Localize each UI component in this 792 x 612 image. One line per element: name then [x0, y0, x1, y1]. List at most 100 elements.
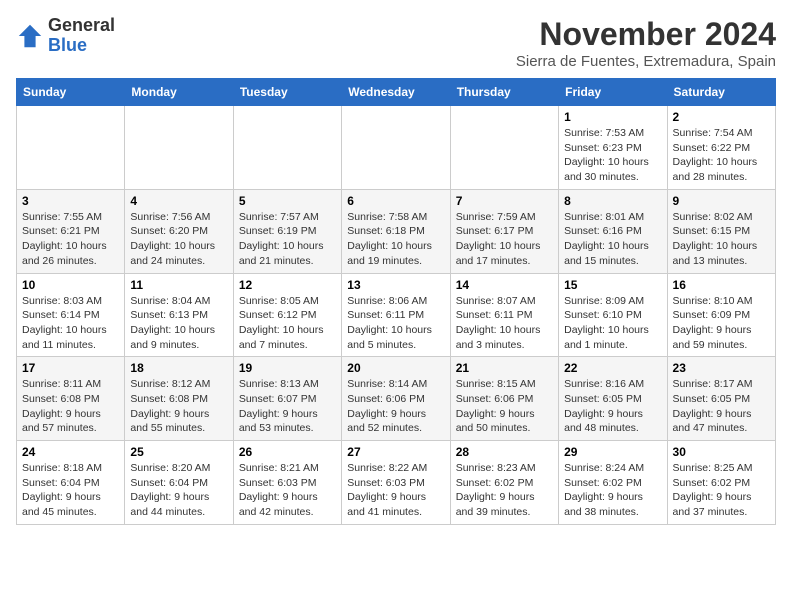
- day-info: Sunrise: 8:16 AMSunset: 6:05 PMDaylight:…: [564, 377, 661, 436]
- calendar-cell: [450, 106, 558, 190]
- day-number: 9: [673, 194, 770, 208]
- calendar-cell: 6 Sunrise: 7:58 AMSunset: 6:18 PMDaylight…: [342, 189, 450, 273]
- day-info: Sunrise: 8:20 AMSunset: 6:04 PMDaylight:…: [130, 461, 227, 520]
- weekday-header-wednesday: Wednesday: [342, 79, 450, 106]
- day-info: Sunrise: 8:04 AMSunset: 6:13 PMDaylight:…: [130, 294, 227, 353]
- day-info: Sunrise: 7:56 AMSunset: 6:20 PMDaylight:…: [130, 210, 227, 269]
- day-info: Sunrise: 8:12 AMSunset: 6:08 PMDaylight:…: [130, 377, 227, 436]
- calendar-cell: 13 Sunrise: 8:06 AMSunset: 6:11 PMDayligh…: [342, 273, 450, 357]
- header: General Blue November 2024 Sierra de Fue…: [16, 16, 776, 70]
- day-info: Sunrise: 8:13 AMSunset: 6:07 PMDaylight:…: [239, 377, 336, 436]
- logo-general: General: [48, 16, 115, 36]
- day-number: 17: [22, 361, 119, 375]
- day-info: Sunrise: 7:55 AMSunset: 6:21 PMDaylight:…: [22, 210, 119, 269]
- day-info: Sunrise: 8:15 AMSunset: 6:06 PMDaylight:…: [456, 377, 553, 436]
- calendar-cell: 11 Sunrise: 8:04 AMSunset: 6:13 PMDayligh…: [125, 273, 233, 357]
- day-number: 27: [347, 445, 444, 459]
- day-info: Sunrise: 8:18 AMSunset: 6:04 PMDaylight:…: [22, 461, 119, 520]
- weekday-header-sunday: Sunday: [17, 79, 125, 106]
- day-info: Sunrise: 8:21 AMSunset: 6:03 PMDaylight:…: [239, 461, 336, 520]
- day-number: 22: [564, 361, 661, 375]
- day-number: 11: [130, 278, 227, 292]
- day-number: 15: [564, 278, 661, 292]
- day-info: Sunrise: 8:10 AMSunset: 6:09 PMDaylight:…: [673, 294, 770, 353]
- weekday-header-thursday: Thursday: [450, 79, 558, 106]
- weekday-header-tuesday: Tuesday: [233, 79, 341, 106]
- weekday-header-monday: Monday: [125, 79, 233, 106]
- day-number: 2: [673, 110, 770, 124]
- week-row-5: 24Sunrise: 8:18 AMSunset: 6:04 PMDayligh…: [17, 441, 776, 525]
- day-info: Sunrise: 8:02 AMSunset: 6:15 PMDaylight:…: [673, 210, 770, 269]
- calendar-cell: 26 Sunrise: 8:21 AMSunset: 6:03 PMDayligh…: [233, 441, 341, 525]
- calendar-cell: 18Sunrise: 8:12 AMSunset: 6:08 PMDayligh…: [125, 357, 233, 441]
- calendar-cell: 23 Sunrise: 8:17 AMSunset: 6:05 PMDayligh…: [667, 357, 775, 441]
- calendar-cell: 28 Sunrise: 8:23 AMSunset: 6:02 PMDayligh…: [450, 441, 558, 525]
- calendar-cell: 14Sunrise: 8:07 AMSunset: 6:11 PMDayligh…: [450, 273, 558, 357]
- day-number: 1: [564, 110, 661, 124]
- day-info: Sunrise: 8:06 AMSunset: 6:11 PMDaylight:…: [347, 294, 444, 353]
- day-number: 12: [239, 278, 336, 292]
- day-number: 4: [130, 194, 227, 208]
- day-info: Sunrise: 8:25 AMSunset: 6:02 PMDaylight:…: [673, 461, 770, 520]
- calendar-cell: 27Sunrise: 8:22 AMSunset: 6:03 PMDayligh…: [342, 441, 450, 525]
- calendar-cell: 9 Sunrise: 8:02 AMSunset: 6:15 PMDaylight…: [667, 189, 775, 273]
- weekday-header-friday: Friday: [559, 79, 667, 106]
- calendar-table: SundayMondayTuesdayWednesdayThursdayFrid…: [16, 78, 776, 525]
- calendar-cell: 24Sunrise: 8:18 AMSunset: 6:04 PMDayligh…: [17, 441, 125, 525]
- calendar-cell: 16 Sunrise: 8:10 AMSunset: 6:09 PMDayligh…: [667, 273, 775, 357]
- calendar-cell: 12 Sunrise: 8:05 AMSunset: 6:12 PMDayligh…: [233, 273, 341, 357]
- week-row-1: 1 Sunrise: 7:53 AMSunset: 6:23 PMDaylight…: [17, 106, 776, 190]
- calendar-cell: 3Sunrise: 7:55 AMSunset: 6:21 PMDaylight…: [17, 189, 125, 273]
- day-info: Sunrise: 8:24 AMSunset: 6:02 PMDaylight:…: [564, 461, 661, 520]
- calendar-cell: 8Sunrise: 8:01 AMSunset: 6:16 PMDaylight…: [559, 189, 667, 273]
- logo: General Blue: [16, 16, 115, 56]
- logo-blue: Blue: [48, 36, 115, 56]
- day-info: Sunrise: 8:09 AMSunset: 6:10 PMDaylight:…: [564, 294, 661, 353]
- day-number: 20: [347, 361, 444, 375]
- day-info: Sunrise: 7:53 AMSunset: 6:23 PMDaylight:…: [564, 126, 661, 185]
- day-number: 26: [239, 445, 336, 459]
- day-number: 29: [564, 445, 661, 459]
- day-info: Sunrise: 8:07 AMSunset: 6:11 PMDaylight:…: [456, 294, 553, 353]
- day-number: 13: [347, 278, 444, 292]
- day-info: Sunrise: 8:05 AMSunset: 6:12 PMDaylight:…: [239, 294, 336, 353]
- day-number: 7: [456, 194, 553, 208]
- day-info: Sunrise: 8:23 AMSunset: 6:02 PMDaylight:…: [456, 461, 553, 520]
- calendar-cell: 29 Sunrise: 8:24 AMSunset: 6:02 PMDayligh…: [559, 441, 667, 525]
- title-block: November 2024 Sierra de Fuentes, Extrema…: [516, 16, 776, 70]
- day-info: Sunrise: 7:58 AMSunset: 6:18 PMDaylight:…: [347, 210, 444, 269]
- day-number: 30: [673, 445, 770, 459]
- calendar-cell: 2Sunrise: 7:54 AMSunset: 6:22 PMDaylight…: [667, 106, 775, 190]
- calendar-cell: 7 Sunrise: 7:59 AMSunset: 6:17 PMDaylight…: [450, 189, 558, 273]
- day-number: 28: [456, 445, 553, 459]
- day-info: Sunrise: 7:59 AMSunset: 6:17 PMDaylight:…: [456, 210, 553, 269]
- day-number: 10: [22, 278, 119, 292]
- calendar-cell: 19 Sunrise: 8:13 AMSunset: 6:07 PMDayligh…: [233, 357, 341, 441]
- week-row-4: 17 Sunrise: 8:11 AMSunset: 6:08 PMDayligh…: [17, 357, 776, 441]
- day-number: 5: [239, 194, 336, 208]
- calendar-cell: 30 Sunrise: 8:25 AMSunset: 6:02 PMDayligh…: [667, 441, 775, 525]
- logo-text: General Blue: [48, 16, 115, 56]
- calendar-cell: [125, 106, 233, 190]
- location: Sierra de Fuentes, Extremadura, Spain: [516, 53, 776, 70]
- calendar-cell: 10 Sunrise: 8:03 AMSunset: 6:14 PMDayligh…: [17, 273, 125, 357]
- calendar-cell: [342, 106, 450, 190]
- day-number: 6: [347, 194, 444, 208]
- logo-icon: [16, 22, 44, 50]
- day-info: Sunrise: 8:03 AMSunset: 6:14 PMDaylight:…: [22, 294, 119, 353]
- day-info: Sunrise: 8:14 AMSunset: 6:06 PMDaylight:…: [347, 377, 444, 436]
- month-year: November 2024: [516, 16, 776, 53]
- calendar-cell: 20 Sunrise: 8:14 AMSunset: 6:06 PMDayligh…: [342, 357, 450, 441]
- day-info: Sunrise: 8:11 AMSunset: 6:08 PMDaylight:…: [22, 377, 119, 436]
- day-number: 8: [564, 194, 661, 208]
- day-number: 16: [673, 278, 770, 292]
- day-number: 25: [130, 445, 227, 459]
- day-info: Sunrise: 7:57 AMSunset: 6:19 PMDaylight:…: [239, 210, 336, 269]
- day-number: 23: [673, 361, 770, 375]
- day-info: Sunrise: 8:17 AMSunset: 6:05 PMDaylight:…: [673, 377, 770, 436]
- week-row-2: 3Sunrise: 7:55 AMSunset: 6:21 PMDaylight…: [17, 189, 776, 273]
- day-number: 19: [239, 361, 336, 375]
- calendar-cell: 25 Sunrise: 8:20 AMSunset: 6:04 PMDayligh…: [125, 441, 233, 525]
- weekday-header-row: SundayMondayTuesdayWednesdayThursdayFrid…: [17, 79, 776, 106]
- calendar-cell: [233, 106, 341, 190]
